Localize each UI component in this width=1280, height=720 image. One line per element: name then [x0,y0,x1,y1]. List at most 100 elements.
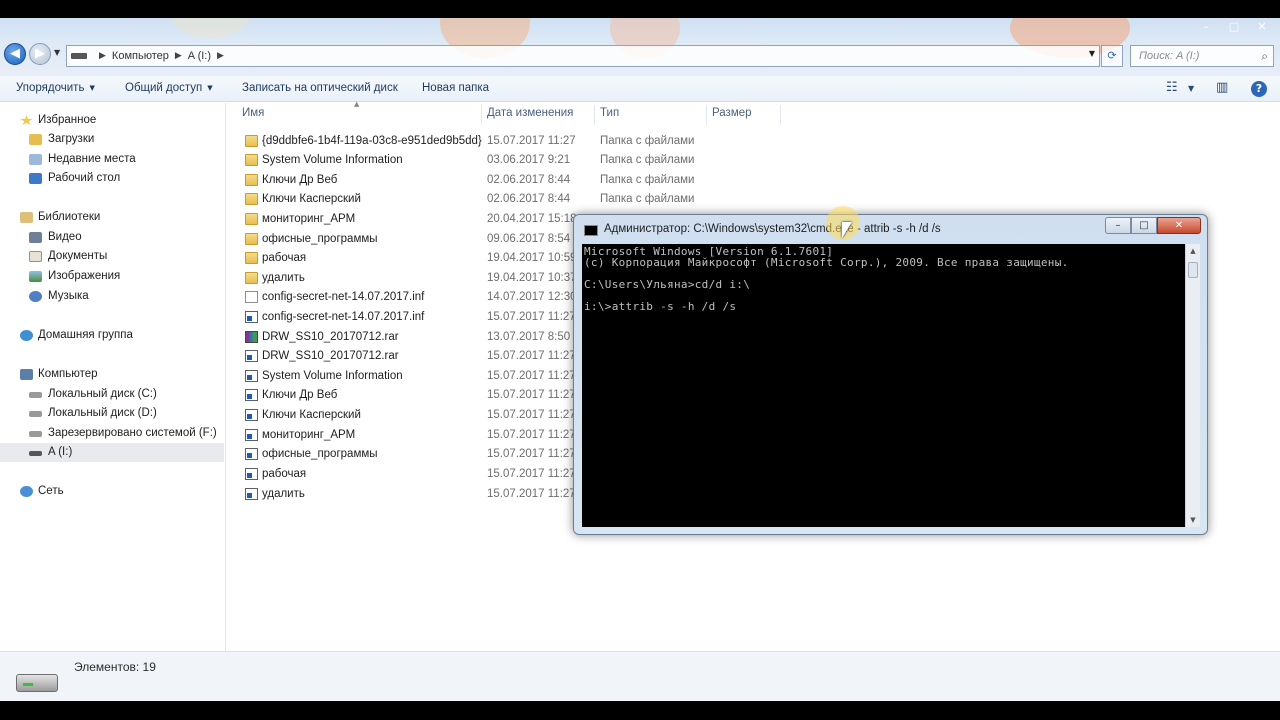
column-header-date[interactable]: Дата изменения [487,107,573,125]
hard-drive-icon [29,431,42,437]
table-row[interactable]: System Volume Information 03.06.2017 9:21… [240,151,694,170]
console-scrollbar[interactable]: ▲ ▼ [1185,244,1200,527]
column-header-size[interactable]: Размер [712,107,752,125]
cmd-maximize-button[interactable]: □ [1131,217,1157,234]
table-row[interactable]: офисные_программы 09.06.2017 8:54 [240,230,580,249]
preview-pane-icon[interactable]: ▥ [1216,80,1228,95]
nav-desktop[interactable]: Рабочий стол [0,169,224,188]
breadcrumb-separator-icon[interactable]: ▶ [175,51,182,61]
table-row[interactable]: мониторинг_АРМ 20.04.2017 15:18 [240,210,580,229]
table-row[interactable]: удалить 19.04.2017 10:37 [240,269,580,288]
title-bar: – □ ✕ ◀ ▶ ▼ ▶ Компьютер ▶ A (I:) ▶ ▼ ⟳ П… [0,18,1280,76]
help-icon[interactable]: ? [1251,81,1267,97]
command-bar: Упорядочить ▼ Общий доступ ▼ Записать на о… [0,76,1280,102]
music-icon [29,291,42,302]
nav-downloads[interactable]: Загрузки [0,130,224,149]
breadcrumb-computer[interactable]: Компьютер [112,50,169,62]
libraries-icon [20,212,33,223]
minimize-button[interactable]: – [1196,20,1216,34]
address-bar[interactable]: ▶ Компьютер ▶ A (I:) ▶ ▼ [66,45,1100,67]
mouse-cursor-icon [842,222,852,238]
nav-recent-places[interactable]: Недавние места [0,150,224,169]
removable-drive-icon [29,451,42,456]
burn-disc-button[interactable]: Записать на оптический диск [242,82,398,94]
nav-favorites-label: Избранное [38,114,97,126]
search-placeholder: Поиск: A (I:) [1139,50,1200,62]
scroll-down-icon[interactable]: ▼ [1186,513,1200,527]
refresh-button[interactable]: ⟳ [1101,45,1123,67]
nav-network[interactable]: Сеть [0,482,224,501]
table-row[interactable]: System Volume Information 15.07.2017 11:2… [240,367,580,386]
breadcrumb-separator-icon[interactable]: ▶ [217,51,224,61]
cmd-window[interactable]: Администратор: C:\Windows\system32\cmd.e… [573,214,1208,535]
table-row[interactable]: рабочая 19.04.2017 10:59 [240,249,580,268]
nav-video[interactable]: Видео [0,228,224,247]
share-button[interactable]: Общий доступ ▼ [125,82,213,94]
table-row[interactable]: config-secret-net-14.07.2017.inf 14.07.20… [240,288,580,307]
close-button[interactable]: ✕ [1252,20,1272,34]
organize-button[interactable]: Упорядочить ▼ [16,82,95,94]
nav-disk-i[interactable]: A (I:) [0,443,224,462]
nav-favorites[interactable]: Избранное [0,111,224,130]
folder-icon [245,174,258,186]
shortcut-icon [245,468,258,480]
nav-music[interactable]: Музыка [0,287,224,306]
search-input[interactable]: Поиск: A (I:) ⌕ [1130,45,1274,67]
table-row[interactable]: Ключи Касперский 15.07.2017 11:27 [240,406,580,425]
column-separator[interactable] [706,105,707,125]
nav-disk-d[interactable]: Локальный диск (D:) [0,404,224,423]
nav-computer[interactable]: Компьютер [0,365,224,384]
scroll-up-icon[interactable]: ▲ [1186,244,1200,258]
file-date: 15.07.2017 11:27 [487,370,576,382]
maximize-button[interactable]: □ [1224,20,1244,34]
nav-homegroup[interactable]: Домашняя группа [0,326,224,345]
table-row[interactable]: удалить 15.07.2017 11:27 [240,485,580,504]
table-row[interactable]: офисные_программы 15.07.2017 11:27 [240,445,580,464]
search-icon[interactable]: ⌕ [1261,46,1268,66]
table-row[interactable]: Ключи Др Веб 02.06.2017 8:44 Папка с файла… [240,171,694,190]
breadcrumb-separator-icon[interactable]: ▶ [99,51,106,61]
column-separator[interactable] [594,105,595,125]
nav-disk-f[interactable]: Зарезервировано системой (F:) [0,424,224,443]
file-name: DRW_SS10_20170712.rar [262,350,399,362]
view-dropdown-icon[interactable]: ▼ [1188,84,1194,93]
column-header-type[interactable]: Тип [600,107,619,125]
address-dropdown-icon[interactable]: ▼ [1089,49,1095,58]
console-output[interactable]: Microsoft Windows [Version 6.1.7601] (c)… [582,244,1185,527]
file-name: мониторинг_АРМ [262,429,356,441]
breadcrumb-drive[interactable]: A (I:) [188,50,211,62]
forward-button[interactable]: ▶ [29,43,51,65]
black-bar-top [0,0,1280,18]
chevron-down-icon: ▼ [89,84,95,92]
table-row[interactable]: мониторинг_АРМ 15.07.2017 11:27 [240,426,580,445]
column-header-name[interactable]: Имя [242,107,264,125]
new-folder-button[interactable]: Новая папка [422,82,489,94]
table-row[interactable]: рабочая 15.07.2017 11:27 [240,465,580,484]
file-name: Ключи Касперский [262,409,361,421]
table-row[interactable]: Ключи Касперский 02.06.2017 8:44 Папка с ф… [240,190,694,209]
cmd-minimize-button[interactable]: – [1105,217,1131,234]
nav-recent-label: Недавние места [48,153,136,165]
nav-documents-label: Документы [48,250,108,262]
column-separator[interactable] [780,105,781,125]
table-row[interactable]: {d9ddbfe6-1b4f-119a-03c8-e951ded9b5dd} 15… [240,132,694,151]
view-options-icon[interactable]: ☷ [1166,80,1178,95]
nav-images[interactable]: Изображения [0,267,224,286]
shortcut-icon [245,311,258,323]
back-button[interactable]: ◀ [4,43,26,65]
cmd-close-button[interactable]: ✕ [1157,217,1201,234]
shortcut-icon [245,448,258,460]
column-separator[interactable] [481,105,482,125]
nav-disk-c[interactable]: Локальный диск (C:) [0,385,224,404]
scroll-thumb[interactable] [1188,262,1198,278]
nav-documents[interactable]: Документы [0,247,224,266]
table-row[interactable]: DRW_SS10_20170712.rar 15.07.2017 11:27 [240,347,580,366]
table-row[interactable]: DRW_SS10_20170712.rar 13.07.2017 8:50 [240,328,580,347]
file-name: Ключи Касперский [262,193,361,205]
table-row[interactable]: config-secret-net-14.07.2017.inf 15.07.20… [240,308,580,327]
homegroup-icon [20,330,33,341]
nav-libraries[interactable]: Библиотеки [0,208,224,227]
cmd-window-controls: – □ ✕ [1105,217,1201,234]
table-row[interactable]: Ключи Др Веб 15.07.2017 11:27 [240,386,580,405]
recent-pages-dropdown[interactable]: ▼ [54,48,64,60]
